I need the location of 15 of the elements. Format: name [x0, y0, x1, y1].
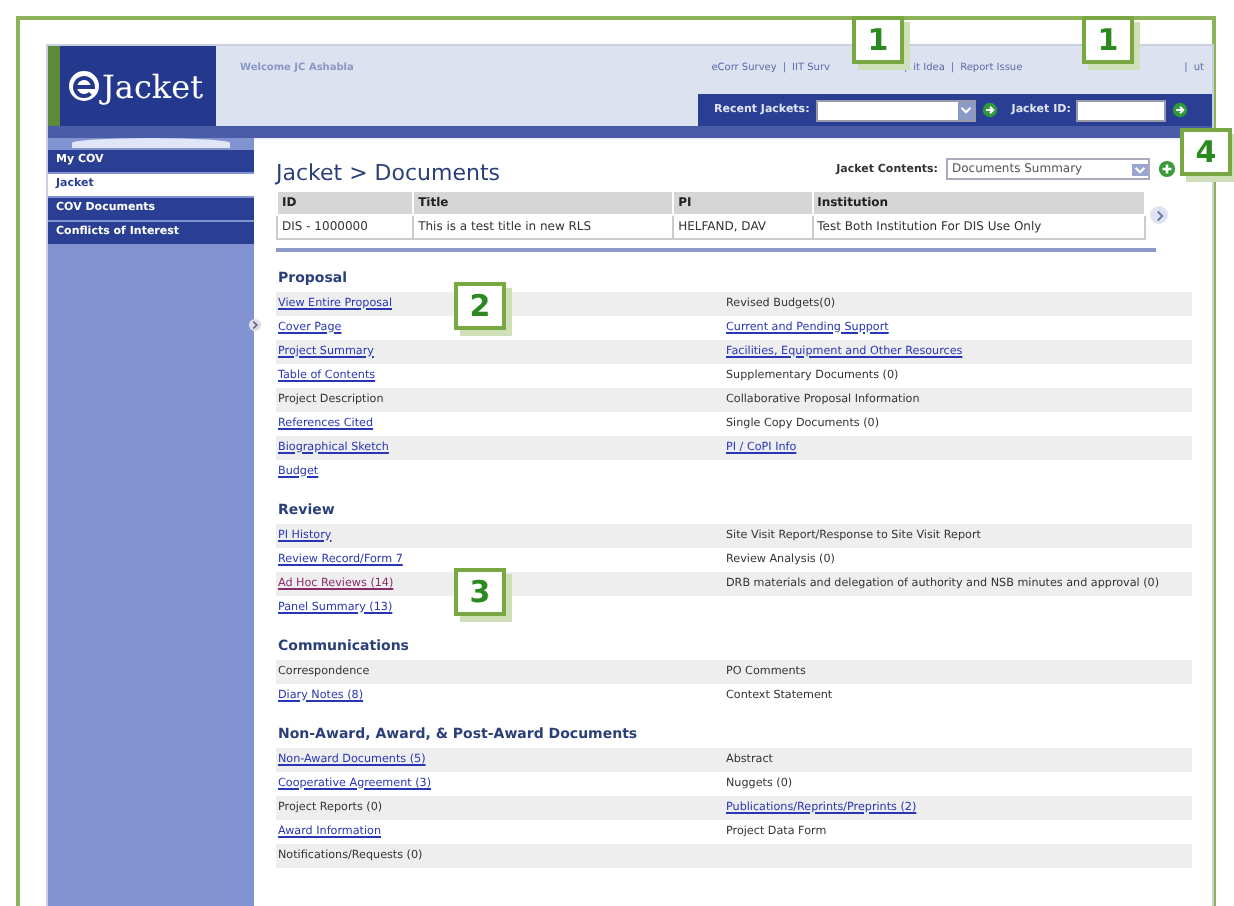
- jacket-id-field[interactable]: [1076, 99, 1167, 121]
- page-title: Jacket > Documents: [276, 158, 501, 186]
- recent-jackets-dropdown[interactable]: [815, 99, 976, 121]
- callout-number: 3: [454, 568, 506, 616]
- scroll-button[interactable]: [1150, 206, 1168, 224]
- callout-number: 2: [454, 282, 506, 330]
- arrow-icon[interactable]: [981, 102, 998, 118]
- callout-number: 4: [1180, 128, 1232, 176]
- ejacket-logo: Jacket: [48, 46, 216, 126]
- dropdown-arrow-icon[interactable]: [957, 101, 974, 119]
- arrow-icon[interactable]: [1172, 102, 1189, 118]
- collapse-sidebar-icon[interactable]: [248, 318, 262, 332]
- callout-number: 1: [1082, 16, 1134, 64]
- add-icon[interactable]: [1158, 160, 1176, 178]
- callout-number: 1: [852, 16, 904, 64]
